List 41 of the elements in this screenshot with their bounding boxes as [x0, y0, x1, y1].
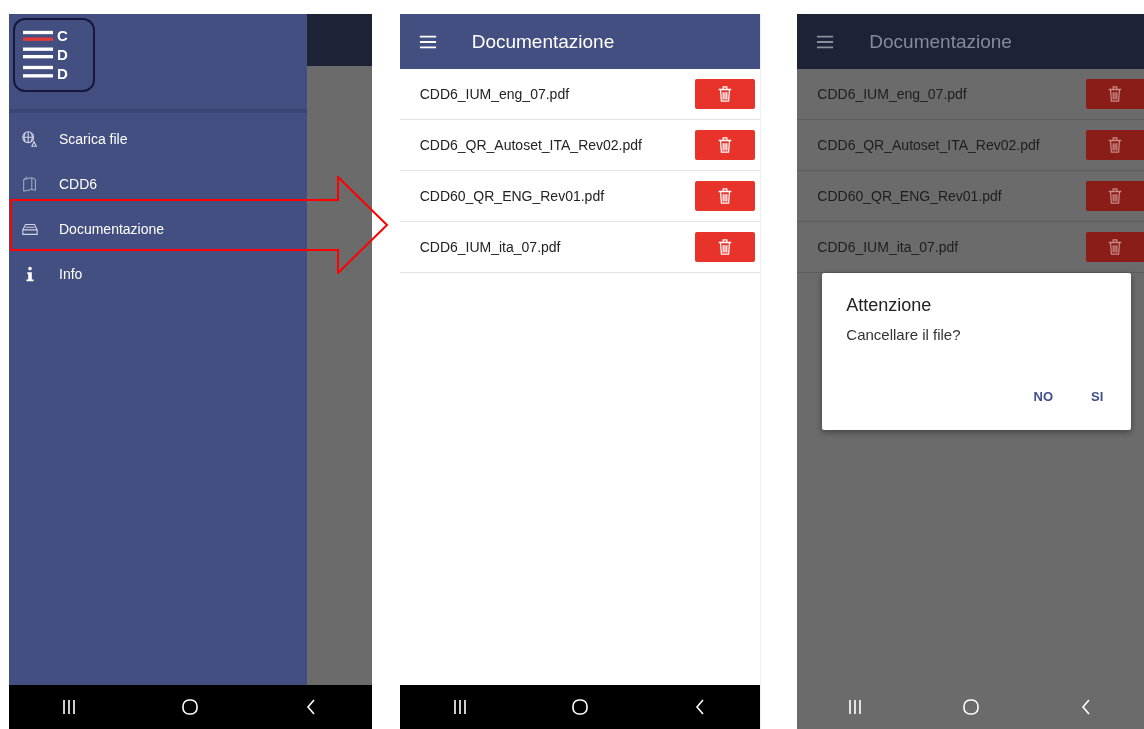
- file-name: CDD60_QR_ENG_Rev01.pdf: [817, 188, 1002, 204]
- delete-button[interactable]: [1086, 181, 1144, 211]
- delete-button[interactable]: [695, 232, 756, 262]
- globe-icon: [21, 129, 39, 148]
- screen-title: Documentazione: [869, 30, 1012, 53]
- file-name: CDD6_IUM_ita_07.pdf: [419, 239, 561, 255]
- logo-letter: C: [57, 27, 68, 45]
- drawer-item[interactable]: Documentazione: [9, 206, 307, 251]
- trash-icon: [1106, 135, 1124, 155]
- logo-letter: D: [57, 46, 68, 64]
- file-name: CDD6_QR_Autoset_ITA_Rev02.pdf: [817, 137, 1040, 153]
- box-icon: [21, 174, 39, 193]
- delete-button[interactable]: [1086, 232, 1144, 262]
- logo-letter: D: [57, 65, 68, 83]
- file-name: CDD6_QR_Autoset_ITA_Rev02.pdf: [419, 137, 642, 153]
- dialog-button[interactable]: NO: [1027, 385, 1059, 408]
- trash-icon: [1106, 84, 1124, 104]
- trash-icon: [1106, 186, 1124, 206]
- dialog-message: Cancellare il file?: [846, 326, 961, 343]
- home-icon[interactable]: [180, 697, 201, 717]
- file-row[interactable]: CDD6_QR_Autoset_ITA_Rev02.pdf: [399, 120, 761, 171]
- drawer-item[interactable]: Scarica file: [9, 116, 307, 161]
- file-name: CDD6_IUM_eng_07.pdf: [817, 86, 967, 102]
- file-row[interactable]: CDD60_QR_ENG_Rev01.pdf: [399, 171, 761, 222]
- delete-button[interactable]: [695, 130, 756, 160]
- delete-button[interactable]: [695, 79, 756, 109]
- file-name: CDD60_QR_ENG_Rev01.pdf: [419, 188, 605, 204]
- dialog-title: Attenzione: [846, 295, 932, 316]
- trash-icon: [1106, 237, 1124, 257]
- delete-button[interactable]: [695, 181, 756, 211]
- file-name: CDD6_IUM_ita_07.pdf: [817, 239, 959, 255]
- file-row[interactable]: CDD6_IUM_ita_07.pdf: [399, 222, 761, 273]
- drawer-item[interactable]: CDD6: [9, 161, 307, 206]
- dialog-button[interactable]: SI: [1085, 385, 1110, 408]
- delete-button[interactable]: [1086, 130, 1144, 160]
- file-row[interactable]: CDD6_IUM_eng_07.pdf: [399, 69, 761, 120]
- home-icon[interactable]: [570, 697, 590, 717]
- file-name: CDD6_IUM_eng_07.pdf: [419, 86, 570, 102]
- drawer-item[interactable]: Info: [9, 251, 307, 296]
- screen-title: Documentazione: [471, 30, 615, 53]
- delete-button[interactable]: [1086, 79, 1144, 109]
